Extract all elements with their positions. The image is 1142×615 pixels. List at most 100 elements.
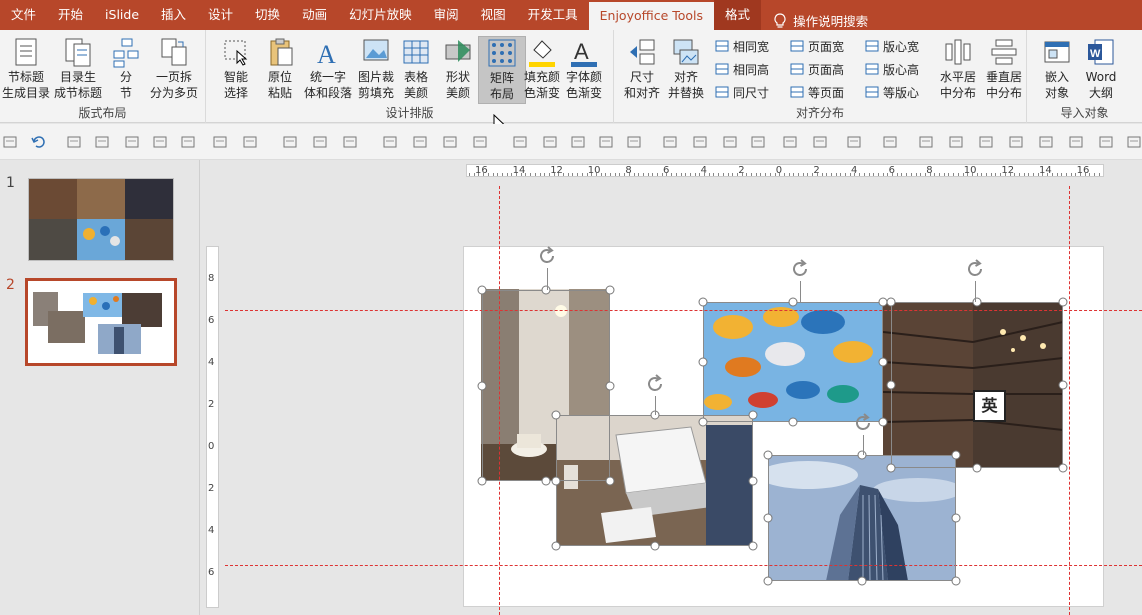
toolbar-tool-icon[interactable] [626, 134, 642, 150]
horizontal-guide[interactable] [225, 565, 1142, 566]
toolbar-tool-icon[interactable] [692, 134, 708, 150]
vertical-guide[interactable] [1069, 186, 1070, 615]
resize-handle[interactable] [878, 357, 888, 367]
layout-button-3[interactable]: 一页拆 分为多页 [150, 36, 198, 104]
resize-handle[interactable] [605, 381, 615, 390]
toolbar-tool-icon[interactable] [812, 134, 828, 150]
resize-handle[interactable] [788, 297, 798, 307]
resize-handle[interactable] [1058, 380, 1068, 390]
tab-3[interactable]: 插入 [150, 0, 197, 30]
picture-umbrellas[interactable] [703, 302, 883, 422]
toolbar-tool-icon[interactable] [1038, 134, 1054, 150]
resize-handle[interactable] [650, 541, 659, 551]
toolbar-tool-icon[interactable] [312, 134, 328, 150]
distribute-button-1[interactable]: 垂直居 中分布 [980, 36, 1028, 104]
design-button-2[interactable]: A 统一字 体和段落 [304, 36, 352, 104]
design-button-5[interactable]: 形状 美颜 [434, 36, 482, 104]
resize-handle[interactable] [951, 576, 961, 586]
resize-handle[interactable] [763, 450, 773, 460]
tab-9[interactable]: 视图 [470, 0, 517, 30]
resize-handle[interactable] [748, 541, 758, 551]
resize-handle[interactable] [763, 513, 773, 523]
resize-handle[interactable] [477, 381, 487, 390]
layout-button-1[interactable]: 目录生 成节标题 [54, 36, 102, 104]
resize-handle[interactable] [605, 476, 615, 486]
toolbar-tool-icon[interactable] [570, 134, 586, 150]
align-small-button[interactable]: 页面宽 [789, 36, 844, 56]
resize-handle[interactable] [477, 476, 487, 486]
layout-button-2[interactable]: 分节 [102, 36, 150, 104]
toolbar-tool-icon[interactable] [948, 134, 964, 150]
toolbar-tool-icon[interactable] [2, 134, 18, 150]
toolbar-tool-icon[interactable] [542, 134, 558, 150]
toolbar-tool-icon[interactable] [442, 134, 458, 150]
vertical-guide[interactable] [499, 186, 500, 615]
resize-handle[interactable] [541, 476, 551, 486]
resize-handle[interactable] [1058, 297, 1068, 307]
slide-thumbnail-1[interactable] [28, 178, 174, 261]
toolbar-tool-icon[interactable] [1068, 134, 1084, 150]
resize-handle[interactable] [551, 476, 561, 485]
toolbar-tool-icon[interactable] [882, 134, 898, 150]
tab-11[interactable]: Enjoyoffice Tools [588, 2, 715, 30]
import-button-1[interactable]: W Word 大纲 [1077, 36, 1125, 104]
toolbar-tool-icon[interactable] [1008, 134, 1024, 150]
toolbar-tool-icon[interactable] [412, 134, 428, 150]
rotate-handle-icon[interactable] [788, 257, 812, 281]
tab-6[interactable]: 动画 [291, 0, 338, 30]
design-button-4[interactable]: 表格 美颜 [392, 36, 440, 104]
tab-1[interactable]: 开始 [47, 0, 94, 30]
align-small-button[interactable]: 等版心 [864, 82, 919, 102]
resize-handle[interactable] [477, 285, 487, 295]
align-button-0[interactable]: 尺寸 和对齐 [618, 36, 666, 104]
resize-handle[interactable] [951, 450, 961, 460]
toolbar-tool-icon[interactable] [1126, 134, 1142, 150]
picture-laptop-desk[interactable] [556, 415, 753, 546]
resize-handle[interactable] [857, 450, 867, 460]
align-small-button[interactable]: 同尺寸 [714, 82, 769, 102]
resize-handle[interactable] [972, 297, 982, 307]
align-small-button[interactable]: 页面高 [789, 59, 844, 79]
toolbar-tool-icon[interactable] [598, 134, 614, 150]
align-small-button[interactable]: 相同宽 [714, 36, 769, 56]
layout-button-0[interactable]: 节标题 生成目录 [2, 36, 50, 104]
picture-library[interactable] [883, 302, 1063, 468]
toolbar-tool-icon[interactable] [382, 134, 398, 150]
design-button-0[interactable]: 智能 选择 [212, 36, 260, 104]
rotate-handle-icon[interactable] [963, 257, 987, 281]
toolbar-tool-icon[interactable] [722, 134, 738, 150]
resize-handle[interactable] [748, 410, 758, 420]
picture-skyscraper[interactable] [768, 455, 956, 581]
resize-handle[interactable] [698, 297, 708, 307]
horizontal-guide[interactable] [225, 310, 1142, 311]
tab-0[interactable]: 文件 [0, 0, 47, 30]
rotate-handle-icon[interactable] [851, 411, 875, 435]
toolbar-tool-icon[interactable] [282, 134, 298, 150]
toolbar-tool-icon[interactable] [30, 134, 46, 150]
tell-me-search[interactable]: 操作说明搜索 [773, 11, 868, 30]
toolbar-tool-icon[interactable] [1098, 134, 1114, 150]
resize-handle[interactable] [551, 541, 561, 551]
tab-10[interactable]: 开发工具 [517, 0, 589, 30]
toolbar-tool-icon[interactable] [342, 134, 358, 150]
tab-12[interactable]: 格式 [714, 0, 762, 30]
align-small-button[interactable]: 版心宽 [864, 36, 919, 56]
import-button-0[interactable]: 嵌入 对象 [1033, 36, 1081, 104]
resize-handle[interactable] [605, 285, 615, 295]
toolbar-tool-icon[interactable] [152, 134, 168, 150]
tab-8[interactable]: 审阅 [423, 0, 470, 30]
resize-handle[interactable] [541, 285, 551, 295]
toolbar-tool-icon[interactable] [782, 134, 798, 150]
toolbar-tool-icon[interactable] [472, 134, 488, 150]
resize-handle[interactable] [972, 463, 982, 473]
toolbar-tool-icon[interactable] [180, 134, 196, 150]
resize-handle[interactable] [886, 463, 896, 473]
toolbar-tool-icon[interactable] [212, 134, 228, 150]
toolbar-tool-icon[interactable] [94, 134, 110, 150]
resize-handle[interactable] [698, 357, 708, 367]
toolbar-tool-icon[interactable] [918, 134, 934, 150]
toolbar-tool-icon[interactable] [846, 134, 862, 150]
resize-handle[interactable] [748, 476, 758, 485]
design-button-8[interactable]: A 字体颜 色渐变 [560, 36, 608, 104]
toolbar-tool-icon[interactable] [978, 134, 994, 150]
